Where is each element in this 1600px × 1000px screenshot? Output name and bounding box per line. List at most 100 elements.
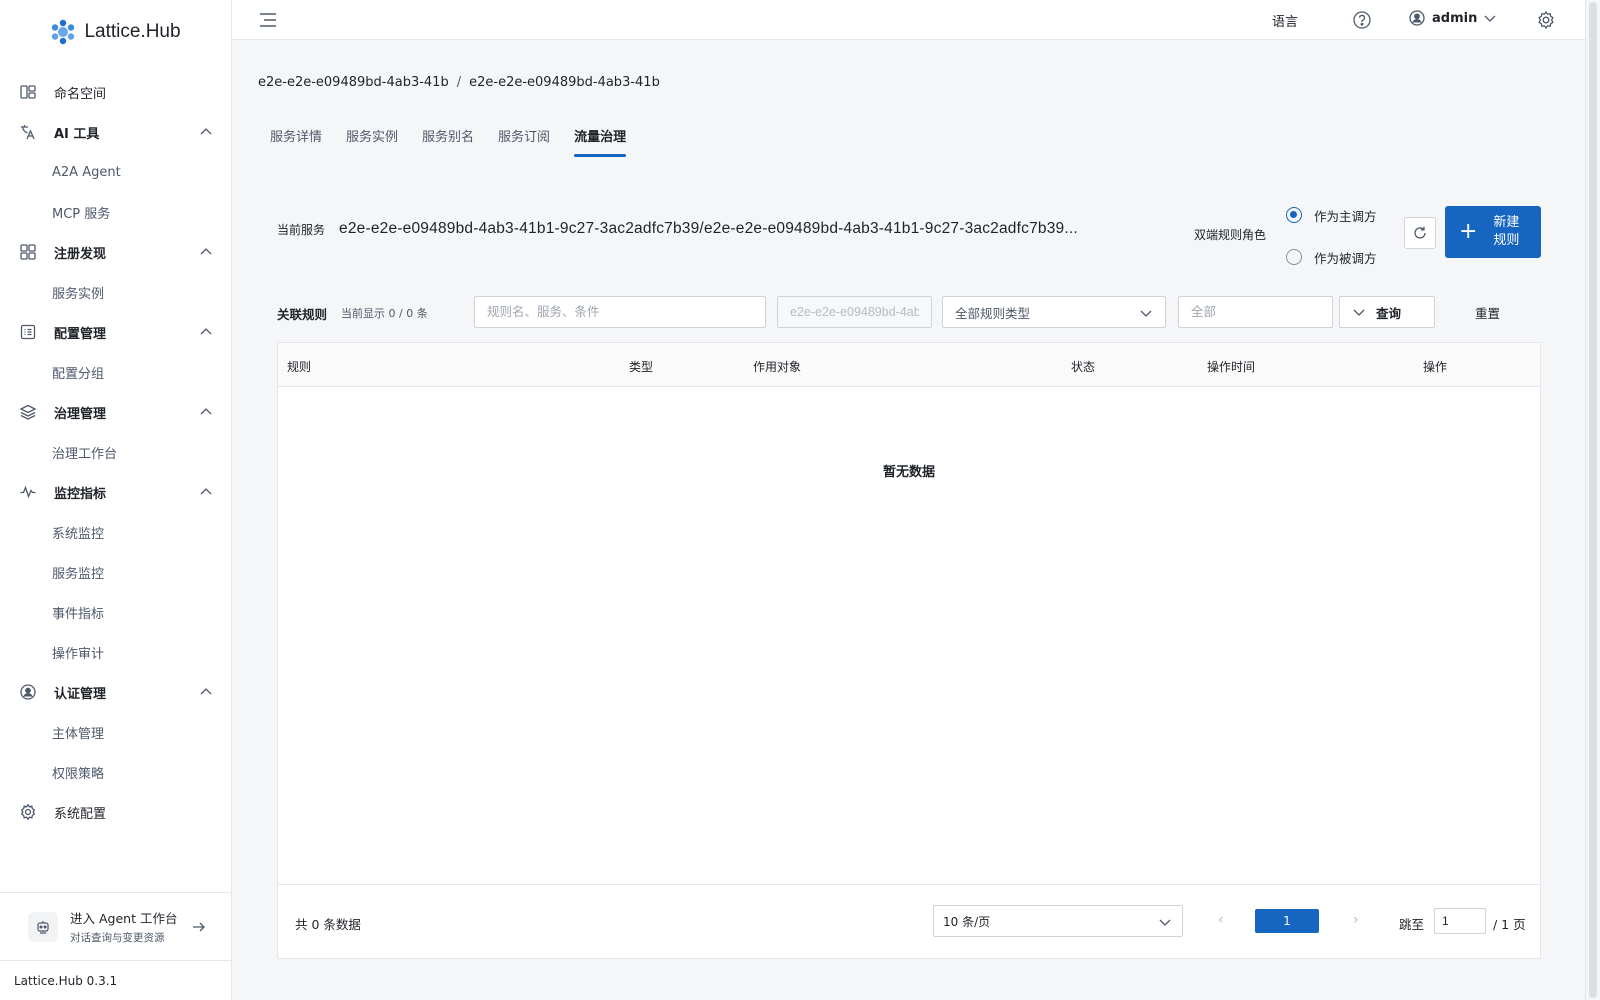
- query-label: 查询: [1376, 305, 1402, 321]
- sidebar-item-system-settings[interactable]: 系统配置: [0, 792, 231, 832]
- arrow-right-icon: [193, 922, 205, 931]
- breadcrumb-item[interactable]: e2e-e2e-e09489bd-4ab3-41b: [258, 75, 449, 90]
- sidebar-group-auth[interactable]: 认证管理: [0, 672, 231, 712]
- sidebar-item-label: 命名空间: [54, 86, 107, 102]
- page-scrollbar[interactable]: [1585, 0, 1600, 1000]
- total-pages: / 1 页: [1493, 917, 1526, 932]
- rule-type-value: 全部规则类型: [955, 305, 1031, 321]
- rule-filter-bar: 关联规则 当前显示 0 / 0 条 全部规则类型 查询 重置: [277, 296, 1541, 328]
- breadcrumb-item-current: e2e-e2e-e09489bd-4ab3-41b: [469, 75, 660, 90]
- chevron-down-icon: [1159, 919, 1171, 926]
- sidebar-item-namespace[interactable]: 命名空间: [0, 72, 231, 112]
- rule-type-select[interactable]: 全部规则类型: [942, 296, 1166, 328]
- sidebar-item-a2a-agent[interactable]: A2A Agent: [0, 152, 231, 192]
- lattice-logo-icon: [52, 19, 75, 45]
- rules-table: 规则 类型 作用对象 状态 操作时间 操作 暂无数据 共 0 条数据 10 条/…: [277, 342, 1541, 959]
- rule-search-input[interactable]: [474, 296, 766, 328]
- sidebar-item-system-monitoring[interactable]: 系统监控: [0, 512, 231, 552]
- column-header-status[interactable]: 状态: [1071, 358, 1095, 375]
- prev-page-button[interactable]: ‹: [1218, 912, 1224, 928]
- tab-service-subscriptions[interactable]: 服务订阅: [498, 126, 550, 157]
- topbar: 语言 admin: [232, 0, 1585, 40]
- layers-icon: [18, 402, 38, 422]
- reset-button[interactable]: 重置: [1475, 303, 1500, 322]
- table-header: 规则 类型 作用对象 状态 操作时间 操作: [278, 343, 1540, 387]
- sidebar-group-governance[interactable]: 治理管理: [0, 392, 231, 432]
- page-size-value: 10 条/页: [943, 914, 991, 929]
- agent-workbench-title: 进入 Agent 工作台: [70, 911, 178, 926]
- rule-count-text: 当前显示 0 / 0 条: [341, 307, 428, 320]
- column-header-rule[interactable]: 规则: [287, 358, 311, 375]
- next-page-button[interactable]: ›: [1353, 912, 1359, 928]
- radio-dot: [1286, 207, 1302, 223]
- service-filter-input: [777, 296, 932, 328]
- refresh-icon: [1414, 226, 1426, 239]
- sidebar-item-service-instances[interactable]: 服务实例: [0, 272, 231, 312]
- sidebar-group-registry[interactable]: 注册发现: [0, 232, 231, 272]
- column-header-time[interactable]: 操作时间: [1207, 358, 1255, 375]
- radio-label: 作为主调方: [1314, 208, 1377, 224]
- plus-icon: +: [1459, 219, 1478, 244]
- help-icon[interactable]: [1352, 10, 1372, 30]
- robot-icon: [28, 911, 58, 942]
- sidebar-item-mcp-service[interactable]: MCP 服务: [0, 192, 231, 232]
- sidebar-nav: 命名空间 AI 工具 A2A Agent MCP 服务 注册发现 服务实例 配置…: [0, 64, 231, 832]
- scrollbar-thumb[interactable]: [1589, 2, 1597, 998]
- sidebar-item-principals[interactable]: 主体管理: [0, 712, 231, 752]
- sidebar-group-monitoring[interactable]: 监控指标: [0, 472, 231, 512]
- sidebar-group-label: 治理管理: [54, 406, 107, 422]
- agent-workbench-entry[interactable]: 进入 Agent 工作台 对话查询与变更资源: [0, 892, 231, 960]
- new-rule-button[interactable]: + 新建规则: [1445, 206, 1541, 258]
- user-name: admin: [1432, 10, 1478, 26]
- sidebar-group-config[interactable]: 配置管理: [0, 312, 231, 352]
- settings-gear-icon[interactable]: [1536, 10, 1556, 30]
- language-switch[interactable]: 语言: [1272, 11, 1298, 30]
- page-size-select[interactable]: 10 条/页: [933, 905, 1183, 937]
- tab-service-instances[interactable]: 服务实例: [346, 126, 398, 157]
- sidebar-item-service-monitoring[interactable]: 服务监控: [0, 552, 231, 592]
- user-menu[interactable]: admin: [1408, 9, 1497, 27]
- brand[interactable]: Lattice.Hub: [0, 0, 231, 64]
- sidebar-group-ai-tools[interactable]: AI 工具: [0, 112, 231, 152]
- refresh-button[interactable]: [1404, 217, 1436, 249]
- radio-label: 作为被调方: [1314, 250, 1377, 266]
- tab-traffic-governance[interactable]: 流量治理: [574, 126, 627, 157]
- sidebar-group-label: 认证管理: [54, 686, 107, 702]
- chevron-up-icon: [200, 128, 212, 135]
- tab-service-aliases[interactable]: 服务别名: [422, 126, 474, 157]
- sidebar-group-label: 监控指标: [54, 486, 107, 502]
- breadcrumb: e2e-e2e-e09489bd-4ab3-41b / e2e-e2e-e094…: [258, 75, 660, 90]
- sidebar-group-label: 配置管理: [54, 326, 107, 342]
- column-header-type[interactable]: 类型: [629, 358, 653, 375]
- current-service-name: e2e-e2e-e09489bd-4ab3-41b1-9c27-3ac2adfc…: [339, 220, 1078, 237]
- sidebar-item-event-metrics[interactable]: 事件指标: [0, 592, 231, 632]
- query-button[interactable]: 查询: [1339, 296, 1435, 328]
- rule-role-label: 双端规则角色: [1194, 228, 1267, 242]
- sidebar-item-governance-workbench[interactable]: 治理工作台: [0, 432, 231, 472]
- tab-service-details[interactable]: 服务详情: [270, 126, 322, 157]
- detail-tabs: 服务详情 服务实例 服务别名 服务订阅 流量治理: [258, 126, 638, 157]
- jump-to-label: 跳至: [1399, 917, 1425, 932]
- pulse-icon: [18, 482, 38, 502]
- brand-name: Lattice.Hub: [84, 21, 181, 42]
- chevron-down-icon: [1484, 15, 1496, 22]
- radio-as-callee[interactable]: 作为被调方: [1286, 246, 1377, 268]
- radio-as-caller[interactable]: 作为主调方: [1286, 204, 1377, 226]
- menu-toggle-icon[interactable]: [258, 11, 278, 29]
- registry-icon: [18, 242, 38, 262]
- current-service: 当前服务 e2e-e2e-e09489bd-4ab3-41b1-9c27-3ac…: [277, 220, 1169, 238]
- sidebar-item-policies[interactable]: 权限策略: [0, 752, 231, 792]
- sidebar-item-audit-log[interactable]: 操作审计: [0, 632, 231, 672]
- sidebar-item-config-groups[interactable]: 配置分组: [0, 352, 231, 392]
- chevron-up-icon: [200, 408, 212, 415]
- chevron-down-icon: [1140, 310, 1152, 317]
- status-filter-input[interactable]: [1178, 296, 1333, 328]
- config-icon: [18, 322, 38, 342]
- new-rule-label: 新建规则: [1493, 215, 1520, 248]
- page-button-current[interactable]: 1: [1255, 909, 1319, 933]
- pagination-bar: 共 0 条数据 10 条/页 ‹ 1 › 跳至 / 1 页: [278, 884, 1540, 958]
- breadcrumb-separator: /: [456, 75, 462, 90]
- column-header-target[interactable]: 作用对象: [753, 358, 801, 375]
- sidebar-group-label: 注册发现: [54, 246, 107, 262]
- jump-to-page-input[interactable]: [1434, 908, 1486, 934]
